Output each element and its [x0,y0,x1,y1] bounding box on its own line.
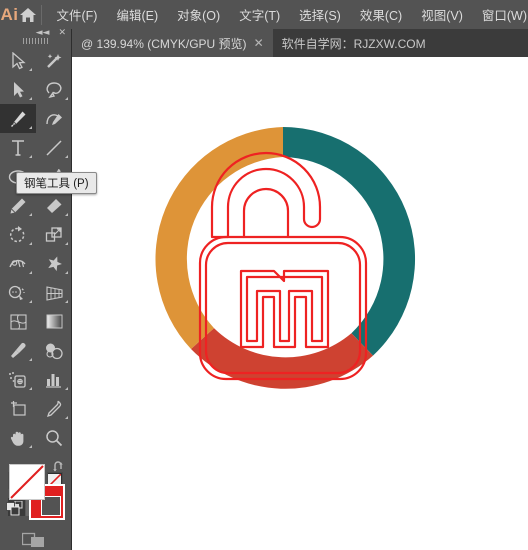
tool-flyout-marker [29,387,32,390]
fill-stroke-controls[interactable] [0,458,72,520]
eyedropper-tool[interactable] [0,336,36,365]
document-canvas[interactable] [0,57,528,550]
rotate-tool[interactable] [0,220,36,249]
swap-fill-stroke-icon[interactable] [52,460,66,479]
padlock-donut-logo[interactable] [143,119,423,399]
line-segment-tool[interactable] [36,133,72,162]
blend-tool[interactable] [36,336,72,365]
gradient-tool[interactable] [36,307,72,336]
close-icon[interactable]: ✕ [254,37,264,49]
zoom-tool[interactable] [36,423,72,452]
watermark-label: 软件自学网：RJZXW.COM [281,36,426,51]
tool-flyout-marker [29,126,32,129]
ai-logo: Ai [0,4,19,24]
tool-flyout-marker [29,213,32,216]
shackle-inner-path [242,187,290,239]
tool-flyout-marker [65,387,68,390]
magic-wand-tool[interactable] [36,46,72,75]
hand-tool[interactable] [0,423,36,452]
tool-flyout-marker [29,242,32,245]
tool-flyout-marker [65,271,68,274]
tool-flyout-marker [29,97,32,100]
menu-window[interactable]: 窗口(W) [481,2,528,27]
tool-flyout-marker [65,97,68,100]
tool-flyout-marker [65,213,68,216]
free-transform-tool[interactable] [36,249,72,278]
mesh-tool[interactable] [0,307,36,336]
menu-type[interactable]: 文字(T) [238,2,281,27]
segment-teal[interactable] [283,126,416,356]
tool-flyout-marker [65,242,68,245]
none-indicator-icon [10,465,44,499]
scale-tool[interactable] [36,220,72,249]
tools-panel[interactable]: ◄◄ ✕ 钢笔工具 (P) [0,29,97,550]
tool-flyout-marker [29,68,32,71]
change-screen-mode-icon[interactable] [0,530,71,550]
illustrator-window: Ai 文件(F) 编辑(E) 对象(O) 文字(T) 选择(S) 效果(C) 视… [0,0,528,550]
tool-flyout-marker [29,300,32,303]
tool-flyout-marker [65,300,68,303]
default-fill-stroke-icon[interactable] [6,502,21,522]
width-tool[interactable] [0,249,36,278]
tool-flyout-marker [29,271,32,274]
menu-item-list: 文件(F) 编辑(E) 对象(O) 文字(T) 选择(S) 效果(C) 视图(V… [56,2,528,27]
close-panel-icon[interactable]: ✕ [58,29,66,38]
menu-file[interactable]: 文件(F) [56,2,99,27]
menu-object[interactable]: 对象(O) [176,2,221,27]
pencil-tool[interactable] [0,191,36,220]
tool-flyout-marker [29,155,32,158]
menu-view[interactable]: 视图(V) [420,2,464,27]
watermark-text: 软件自学网：RJZXW.COM [273,29,435,57]
column-graph-tool[interactable] [36,365,72,394]
letter-m-outer [239,269,330,349]
letter-m-inner [245,275,324,343]
document-tab-bar: @ 139.94% (CMYK/GPU 预览) ✕ 软件自学网：RJZXW.CO… [0,29,528,57]
menu-select[interactable]: 选择(S) [298,2,342,27]
eraser-tool[interactable] [36,191,72,220]
document-tab-label: @ 139.94% (CMYK/GPU 预览) [81,36,247,51]
fill-swatch[interactable] [9,464,45,500]
curvature-tool[interactable] [36,104,72,133]
tool-flyout-marker [29,358,32,361]
shape-builder-tool[interactable] [0,278,36,307]
artboard-tool[interactable] [0,394,36,423]
lasso-tool[interactable] [36,75,72,104]
tools-panel-header: ◄◄ ✕ [0,29,71,38]
tool-flyout-marker [29,445,32,448]
tool-tooltip: 钢笔工具 (P) [16,172,97,194]
collapse-panel-icon[interactable]: ◄◄ [36,29,50,38]
artwork-group[interactable] [143,119,423,399]
menu-edit[interactable]: 编辑(E) [115,2,159,27]
selection-tool[interactable] [0,46,36,75]
symbol-sprayer-tool[interactable] [0,365,36,394]
perspective-grid-tool[interactable] [36,278,72,307]
menu-bar: Ai 文件(F) 编辑(E) 对象(O) 文字(T) 选择(S) 效果(C) 视… [0,0,528,29]
tool-grid [0,44,72,452]
tool-flyout-marker [65,416,68,419]
home-icon[interactable] [19,0,37,29]
document-tab-active[interactable]: @ 139.94% (CMYK/GPU 预览) ✕ [72,29,273,57]
pen-tool[interactable] [0,104,36,133]
menu-effect[interactable]: 效果(C) [359,2,403,27]
type-tool[interactable] [0,133,36,162]
direct-selection-tool[interactable] [0,75,36,104]
tool-flyout-marker [65,155,68,158]
slice-tool[interactable] [36,394,72,423]
